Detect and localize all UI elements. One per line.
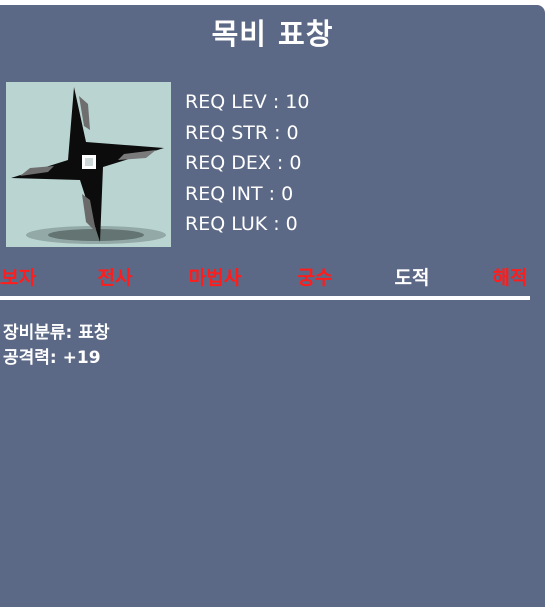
- job-magician: 마법사: [188, 267, 242, 289]
- job-warrior: 전사: [97, 267, 133, 289]
- throwing-star-icon: [6, 82, 171, 247]
- item-stats: 장비분류: 표창 공격력: +19: [3, 321, 110, 371]
- req-luk: REQ LUK : 0: [185, 213, 298, 235]
- req-str: REQ STR : 0: [185, 121, 299, 144]
- stat-attack: 공격력: +19: [3, 348, 101, 368]
- job-bowman: 궁수: [297, 267, 333, 289]
- item-tooltip-panel: 목비 표창 REQ LEV : 10 REQ STR : 0 REQ DEX :…: [0, 5, 545, 607]
- job-beginner: 초보자: [0, 267, 37, 289]
- stat-equip-category: 장비분류: 표창: [3, 323, 110, 343]
- item-name-title: 목비 표창: [211, 17, 334, 51]
- req-int: REQ INT : 0: [185, 182, 294, 205]
- job-pirate: 해적: [492, 267, 528, 289]
- requirements-list: REQ LEV : 10 REQ STR : 0 REQ DEX : 0 REQ…: [185, 87, 309, 240]
- job-list: 초보자 전사 마법사 궁수 도적 해적: [0, 263, 540, 293]
- divider: [0, 296, 530, 300]
- job-thief: 도적: [394, 267, 430, 289]
- req-dex: REQ DEX : 0: [185, 152, 302, 174]
- req-level: REQ LEV : 10: [185, 91, 310, 113]
